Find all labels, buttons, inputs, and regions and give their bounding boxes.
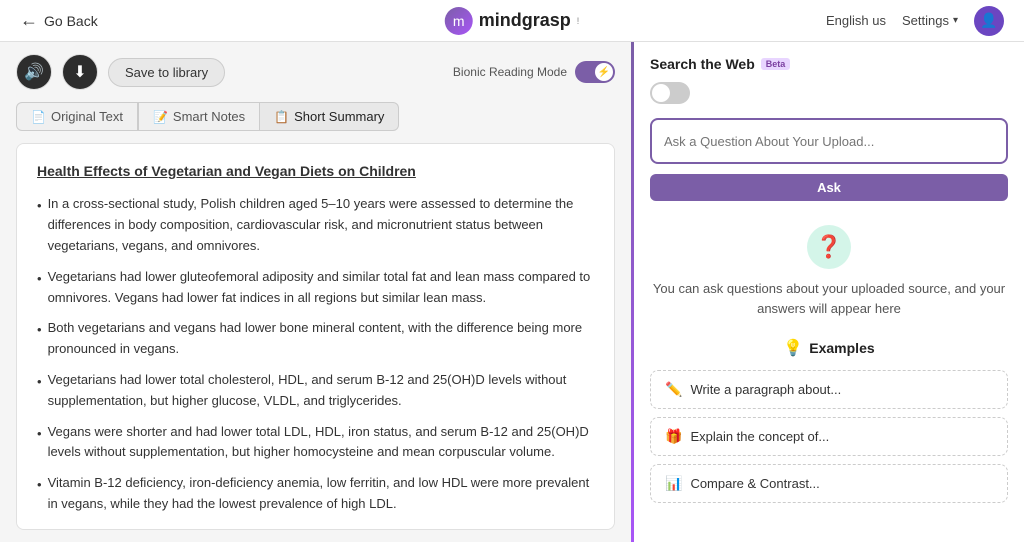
- helper-text: You can ask questions about your uploade…: [650, 279, 1008, 318]
- original-tab-icon: 📄: [31, 110, 46, 124]
- toolbar: 🔊 ⬇ Save to library Bionic Reading Mode …: [16, 54, 615, 90]
- settings-label: Settings: [902, 13, 949, 28]
- ask-button[interactable]: Ask: [650, 174, 1008, 201]
- example-label: Explain the concept of...: [690, 429, 829, 444]
- question-icon-area: ❓: [650, 225, 1008, 269]
- bullet-text: Both vegetarians and vegans had lower bo…: [48, 318, 594, 360]
- avatar-icon: 👤: [980, 12, 997, 29]
- beta-badge: Beta: [761, 58, 791, 70]
- main-content: 🔊 ⬇ Save to library Bionic Reading Mode …: [0, 42, 1024, 542]
- list-item: • Vegetarians had lower gluteofemoral adi…: [37, 267, 594, 309]
- content-area[interactable]: Health Effects of Vegetarian and Vegan D…: [16, 143, 615, 530]
- tab-short-summary[interactable]: 📋 Short Summary: [260, 102, 399, 131]
- question-input[interactable]: [650, 118, 1008, 164]
- example-icon: 📊: [665, 475, 682, 492]
- bullet-dot: •: [37, 475, 42, 496]
- download-button[interactable]: ⬇: [62, 54, 98, 90]
- example-button[interactable]: 🎁 Explain the concept of...: [650, 417, 1008, 456]
- bullet-text: Vegetarians had lower gluteofemoral adip…: [48, 267, 594, 309]
- examples-label: Examples: [809, 340, 874, 356]
- bullet-dot: •: [37, 320, 42, 341]
- example-buttons-list: ✏️ Write a paragraph about... 🎁 Explain the…: [650, 370, 1008, 511]
- web-search-toggle[interactable]: [650, 82, 690, 104]
- bullet-text: Vitamin B-12 deficiency, iron-deficiency…: [48, 473, 594, 515]
- examples-header: 💡 Examples: [650, 338, 1008, 358]
- toggle-icon: ⚡: [598, 67, 610, 78]
- back-arrow-icon: ←: [20, 10, 38, 31]
- list-item: • Supplementation resolved low B-12 and 2…: [37, 525, 594, 530]
- chevron-down-icon: ▾: [953, 15, 958, 26]
- bullet-list: • In a cross-sectional study, Polish chil…: [37, 194, 594, 530]
- example-label: Compare & Contrast...: [690, 476, 819, 491]
- save-to-library-button[interactable]: Save to library: [108, 58, 225, 87]
- summary-tab-icon: 📋: [274, 110, 289, 124]
- logo-icon: m: [445, 7, 473, 35]
- bullet-text: Vegans were shorter and had lower total …: [48, 422, 594, 464]
- bionic-reading-section: Bionic Reading Mode ⚡: [453, 61, 615, 83]
- example-icon: 🎁: [665, 428, 682, 445]
- avatar[interactable]: 👤: [974, 6, 1004, 36]
- bullet-dot: •: [37, 269, 42, 290]
- language-label: English us: [826, 13, 886, 28]
- search-web-label: Search the Web: [650, 56, 755, 72]
- list-item: • In a cross-sectional study, Polish chil…: [37, 194, 594, 256]
- header-right: English us Settings ▾ 👤: [826, 6, 1004, 36]
- search-web-header: Search the Web Beta: [650, 56, 1008, 72]
- example-icon: ✏️: [665, 381, 682, 398]
- smart-tab-icon: 📝: [153, 110, 168, 124]
- bionic-toggle[interactable]: ⚡: [575, 61, 615, 83]
- tab-original-label: Original Text: [51, 109, 123, 124]
- speaker-icon: 🔊: [24, 62, 44, 82]
- left-panel: 🔊 ⬇ Save to library Bionic Reading Mode …: [0, 42, 631, 542]
- bulb-icon: 💡: [783, 338, 803, 358]
- web-toggle-knob: [652, 84, 670, 102]
- list-item: • Both vegetarians and vegans had lower b…: [37, 318, 594, 360]
- bullet-dot: •: [37, 372, 42, 393]
- question-emoji: ❓: [815, 234, 842, 260]
- question-icon: ❓: [807, 225, 851, 269]
- bullet-text: Supplementation resolved low B-12 and 25…: [48, 525, 425, 530]
- bullet-text: Vegetarians had lower total cholesterol,…: [48, 370, 594, 412]
- example-label: Write a paragraph about...: [690, 382, 841, 397]
- back-label: Go Back: [44, 13, 98, 29]
- logo-area: m mindgrasp!: [445, 7, 580, 35]
- bullet-text: In a cross-sectional study, Polish child…: [48, 194, 594, 256]
- list-item: • Vegans were shorter and had lower total…: [37, 422, 594, 464]
- toggle-knob: ⚡: [595, 63, 613, 81]
- tab-smart-label: Smart Notes: [173, 109, 245, 124]
- list-item: • Vitamin B-12 deficiency, iron-deficienc…: [37, 473, 594, 515]
- list-item: • Vegetarians had lower total cholesterol…: [37, 370, 594, 412]
- header: ← Go Back m mindgrasp! English us Settin…: [0, 0, 1024, 42]
- right-panel: Search the Web Beta Ask ❓ You can ask qu…: [634, 42, 1024, 542]
- tab-original-text[interactable]: 📄 Original Text: [16, 102, 138, 131]
- example-button[interactable]: 📊 Compare & Contrast...: [650, 464, 1008, 503]
- bullet-dot: •: [37, 527, 42, 530]
- logo-text: mindgrasp: [479, 10, 571, 31]
- speaker-button[interactable]: 🔊: [16, 54, 52, 90]
- download-icon: ⬇: [73, 62, 86, 82]
- content-title: Health Effects of Vegetarian and Vegan D…: [37, 160, 594, 182]
- bionic-label: Bionic Reading Mode: [453, 65, 567, 79]
- bullet-dot: •: [37, 196, 42, 217]
- back-button[interactable]: ← Go Back: [20, 10, 98, 31]
- tabs-bar: 📄 Original Text 📝 Smart Notes 📋 Short Su…: [16, 102, 615, 131]
- settings-button[interactable]: Settings ▾: [902, 13, 958, 28]
- logo-suffix: !: [577, 16, 580, 26]
- bullet-dot: •: [37, 424, 42, 445]
- tab-smart-notes[interactable]: 📝 Smart Notes: [138, 102, 260, 131]
- example-button[interactable]: ✏️ Write a paragraph about...: [650, 370, 1008, 409]
- tab-summary-label: Short Summary: [294, 109, 384, 124]
